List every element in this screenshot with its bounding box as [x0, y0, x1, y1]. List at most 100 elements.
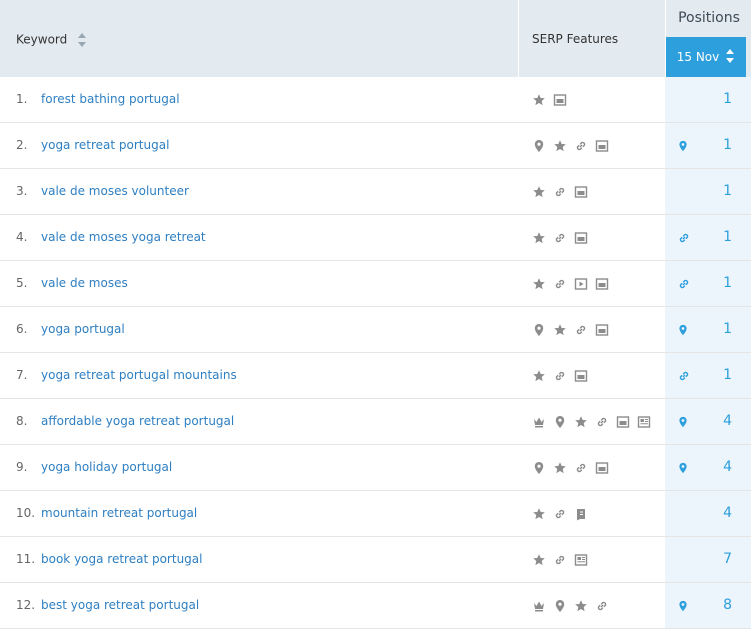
- table-row: 2. yoga retreat portugal 1: [0, 123, 751, 169]
- table-row: 10. mountain retreat portugal 4: [0, 491, 751, 537]
- row-number: 1.: [16, 92, 28, 106]
- row-number: 12.: [16, 598, 36, 612]
- star-icon: [532, 93, 546, 107]
- map-pin-icon: [553, 599, 567, 613]
- sort-icon[interactable]: [77, 32, 87, 48]
- position-value[interactable]: 4: [723, 505, 732, 521]
- map-pin-icon: [532, 461, 546, 475]
- keyword-link[interactable]: yoga retreat portugal mountains: [41, 368, 237, 382]
- link-icon: [553, 185, 567, 199]
- table-row: 1. forest bathing portugal 1: [0, 77, 751, 123]
- map-pin-icon: [677, 323, 689, 337]
- link-icon: [553, 231, 567, 245]
- row-number: 9.: [16, 460, 28, 474]
- position-value[interactable]: 1: [723, 137, 732, 153]
- position-value[interactable]: 4: [723, 413, 732, 429]
- star-icon: [553, 461, 567, 475]
- table-row: 12. best yoga retreat portugal 8: [0, 583, 751, 629]
- image-icon: [553, 93, 567, 107]
- link-icon: [595, 599, 609, 613]
- row-number: 4.: [16, 230, 28, 244]
- map-pin-icon: [677, 415, 689, 429]
- sort-icon: [725, 48, 735, 67]
- serp-features: [532, 599, 609, 613]
- position-cell: 1: [665, 307, 751, 352]
- row-number: 11.: [16, 552, 36, 566]
- position-value[interactable]: 1: [723, 91, 732, 107]
- link-icon: [553, 507, 567, 521]
- keyword-link[interactable]: vale de moses volunteer: [41, 184, 189, 198]
- serp-features: [532, 139, 609, 153]
- serp-features: [532, 507, 588, 521]
- keyword-link[interactable]: yoga retreat portugal: [41, 138, 169, 152]
- position-value[interactable]: 7: [723, 551, 732, 567]
- position-cell: 1: [665, 169, 751, 214]
- serp-features: [532, 185, 588, 199]
- star-icon: [532, 277, 546, 291]
- position-value[interactable]: 8: [723, 597, 732, 613]
- keyword-link[interactable]: book yoga retreat portugal: [41, 552, 202, 566]
- position-value[interactable]: 1: [723, 321, 732, 337]
- position-cell: 1: [665, 353, 751, 398]
- keyword-link[interactable]: best yoga retreat portugal: [41, 598, 199, 612]
- image-icon: [616, 415, 630, 429]
- link-icon: [553, 553, 567, 567]
- link-icon: [677, 277, 689, 291]
- position-value[interactable]: 1: [723, 275, 732, 291]
- table-row: 3. vale de moses volunteer 1: [0, 169, 751, 215]
- serp-features: [532, 231, 588, 245]
- map-pin-icon: [677, 139, 689, 153]
- positions-header-label: Positions: [678, 10, 740, 26]
- knowledge-icon: [574, 507, 588, 521]
- map-pin-icon: [532, 139, 546, 153]
- news-icon: [637, 415, 651, 429]
- link-icon: [595, 415, 609, 429]
- table-row: 8. affordable yoga retreat portugal 4: [0, 399, 751, 445]
- serp-features: [532, 93, 567, 107]
- serp-features: [532, 369, 588, 383]
- image-icon: [574, 369, 588, 383]
- star-icon: [553, 139, 567, 153]
- serp-features: [532, 553, 588, 567]
- keyword-positions-table: Keyword SERP Features Positions 15 Nov 1…: [0, 0, 751, 635]
- map-pin-icon: [677, 461, 689, 475]
- positions-column-header: Positions 15 Nov: [665, 0, 751, 77]
- image-icon: [595, 277, 609, 291]
- keyword-link[interactable]: mountain retreat portugal: [41, 506, 197, 520]
- position-value[interactable]: 4: [723, 459, 732, 475]
- keyword-link[interactable]: affordable yoga retreat portugal: [41, 414, 234, 428]
- link-icon: [677, 231, 689, 245]
- table-row: 9. yoga holiday portugal 4: [0, 445, 751, 491]
- position-value[interactable]: 1: [723, 367, 732, 383]
- star-icon: [532, 231, 546, 245]
- position-cell: 8: [665, 583, 751, 628]
- keyword-link[interactable]: yoga holiday portugal: [41, 460, 172, 474]
- map-pin-icon: [677, 599, 689, 613]
- keyword-link[interactable]: forest bathing portugal: [41, 92, 180, 106]
- serp-features-column-header: SERP Features: [518, 0, 665, 77]
- position-value[interactable]: 1: [723, 229, 732, 245]
- link-icon: [574, 461, 588, 475]
- position-value[interactable]: 1: [723, 183, 732, 199]
- keyword-link[interactable]: vale de moses yoga retreat: [41, 230, 206, 244]
- position-cell: 4: [665, 445, 751, 490]
- row-number: 5.: [16, 276, 28, 290]
- serp-header-label: SERP Features: [532, 32, 619, 46]
- position-cell: 4: [665, 399, 751, 444]
- serp-features: [532, 461, 609, 475]
- position-cell: 4: [665, 491, 751, 536]
- keyword-column-header[interactable]: Keyword: [0, 0, 518, 77]
- position-cell: 7: [665, 537, 751, 582]
- row-number: 10.: [16, 506, 36, 520]
- date-sort-button[interactable]: 15 Nov: [666, 37, 746, 77]
- star-icon: [532, 553, 546, 567]
- keyword-link[interactable]: yoga portugal: [41, 322, 125, 336]
- image-icon: [595, 323, 609, 337]
- star-icon: [574, 599, 588, 613]
- table-row: 5. vale de moses 1: [0, 261, 751, 307]
- keyword-link[interactable]: vale de moses: [41, 276, 128, 290]
- serp-features: [532, 277, 609, 291]
- link-icon: [677, 369, 689, 383]
- star-icon: [532, 507, 546, 521]
- row-number: 7.: [16, 368, 28, 382]
